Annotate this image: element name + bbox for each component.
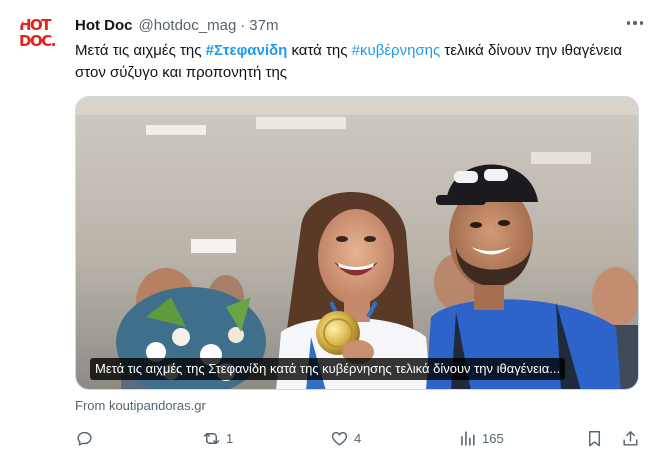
author-handle[interactable]: @hotdoc_mag (139, 17, 237, 34)
author-name[interactable]: Hot Doc (75, 17, 133, 34)
tweet-text-part2: κατά της (287, 42, 352, 59)
share-icon (621, 429, 640, 448)
views-count: 165 (482, 430, 504, 446)
tweet-actions: 1 4 165 (75, 426, 645, 449)
like-count: 4 (354, 430, 362, 446)
bookmark-button[interactable] (585, 426, 604, 449)
tweet-text-part1: Μετά τις αιχμές της (75, 42, 206, 59)
photo-athletes (76, 97, 638, 389)
reply-button[interactable] (75, 426, 99, 449)
tweet-header: Hot Doc @hotdoc_mag · 37m (75, 14, 639, 36)
bookmark-icon (585, 429, 604, 448)
hashtag-stefanidi[interactable]: #Στεφανίδη (206, 42, 288, 59)
tweet-text: Μετά τις αιχμές της #Στεφανίδη κατά της … (75, 40, 635, 84)
time-separator: · (240, 16, 246, 34)
link-card-caption: Μετά τις αιχμές της Στεφανίδη κατά της κ… (90, 358, 566, 380)
logo-line2: DOC. (19, 32, 56, 50)
tweet-time[interactable]: 37m (249, 17, 278, 34)
reply-icon (75, 429, 94, 448)
hashtag-kyvernisis[interactable]: #κυβέρνησης (352, 42, 441, 59)
share-button[interactable] (621, 426, 640, 449)
link-card-image[interactable]: Μετά τις αιχμές της Στεφανίδη κατά της κ… (75, 96, 639, 390)
retweet-icon (202, 429, 221, 448)
heart-icon (330, 429, 349, 448)
link-source[interactable]: From koutipandoras.gr (75, 398, 206, 413)
more-dots-icon[interactable] (625, 16, 645, 30)
views-button[interactable]: 165 (458, 426, 504, 449)
avatar[interactable]: HOT DOC. (18, 14, 60, 56)
retweet-count: 1 (226, 430, 234, 446)
hotdoc-logo: HOT DOC. (19, 17, 60, 49)
retweet-button[interactable]: 1 (202, 426, 233, 449)
views-icon (458, 429, 477, 448)
like-button[interactable]: 4 (330, 426, 361, 449)
logo-line1: HOT (19, 16, 52, 34)
